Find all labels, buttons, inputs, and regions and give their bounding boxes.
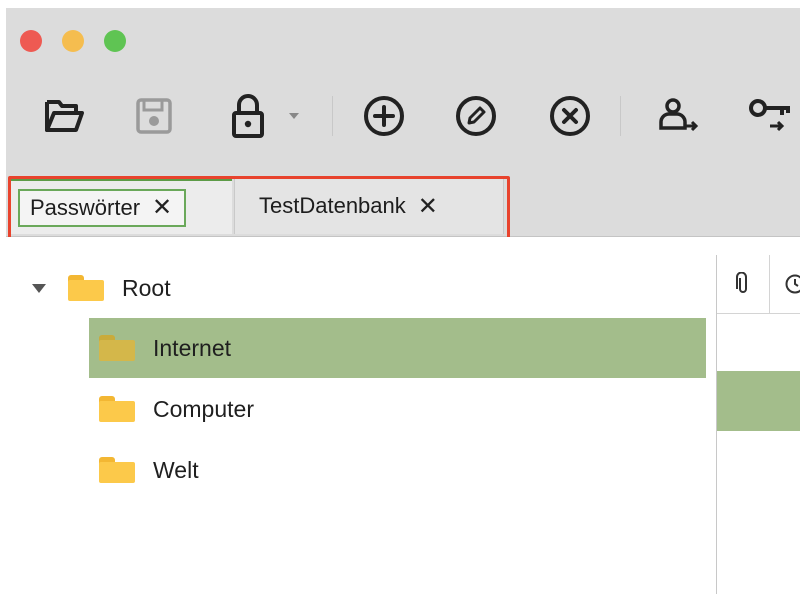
close-window-button[interactable]	[20, 30, 42, 52]
group-tree: Root Internet Computer Welt	[6, 237, 716, 594]
edit-entry-button[interactable]	[452, 92, 500, 140]
copy-username-button[interactable]	[654, 92, 702, 140]
tab-highlight-annotation	[8, 176, 510, 242]
tree-item-computer[interactable]: Computer	[89, 379, 706, 439]
edit-circle-icon	[456, 96, 496, 136]
tree-item-welt[interactable]: Welt	[89, 440, 706, 500]
title-bar	[6, 8, 800, 62]
tree-item-label: Internet	[153, 334, 231, 361]
save-icon	[136, 98, 172, 134]
column-header-modified[interactable]	[770, 255, 800, 313]
column-header-attachment[interactable]	[717, 255, 770, 313]
save-database-button[interactable]	[130, 92, 178, 140]
tree-item-label: Welt	[153, 456, 199, 483]
open-folder-icon	[45, 100, 84, 132]
entry-table-header	[717, 255, 800, 314]
tree-item-label: Root	[122, 274, 171, 301]
folder-icon	[99, 457, 135, 483]
folder-icon	[68, 275, 104, 301]
tree-item-label: Computer	[153, 395, 254, 422]
toolbar	[6, 62, 800, 172]
dropdown-arrow-icon	[289, 113, 299, 119]
minimize-window-button[interactable]	[62, 30, 84, 52]
open-database-button[interactable]	[40, 92, 88, 140]
delete-circle-icon	[550, 96, 590, 136]
selected-entry-row[interactable]	[717, 371, 800, 431]
folder-icon	[99, 396, 135, 422]
copy-password-button[interactable]	[746, 92, 794, 140]
lock-database-button[interactable]	[224, 92, 272, 140]
lock-options-dropdown[interactable]	[282, 92, 306, 140]
tree-item-root[interactable]: Root	[32, 258, 632, 318]
tree-item-internet[interactable]: Internet	[89, 318, 706, 378]
attachment-icon	[736, 272, 747, 293]
delete-entry-button[interactable]	[546, 92, 594, 140]
folder-icon	[99, 335, 135, 361]
copy-password-icon	[749, 99, 790, 132]
clock-icon	[785, 274, 800, 294]
lock-icon	[232, 94, 264, 138]
add-entry-button[interactable]	[360, 92, 408, 140]
expand-arrow-icon[interactable]	[32, 283, 46, 293]
add-circle-icon	[364, 96, 404, 136]
toolbar-separator	[620, 96, 621, 136]
entry-table	[716, 255, 800, 594]
copy-username-icon	[659, 98, 699, 132]
zoom-window-button[interactable]	[104, 30, 126, 52]
toolbar-separator	[332, 96, 333, 136]
